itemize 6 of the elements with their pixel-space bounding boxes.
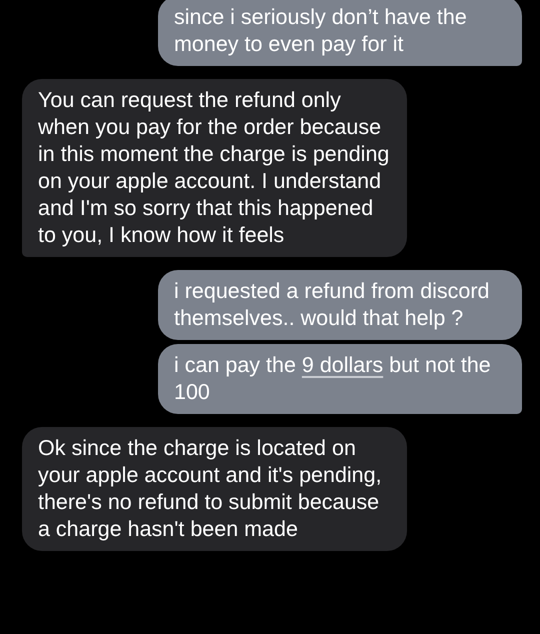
sent-message-bubble: i requested a refund from discord themselves.. would that help ? [158,270,522,340]
sent-message-bubble: since i seriously don’t have the money to even pay for it [158,0,522,66]
sent-message-bubble: i can pay the 9 dollars but not the 100 [158,344,522,414]
received-message-bubble: Ok since the charge is located on your apple account and it's pending, there's no refund to submit because a charge hasn't been made [22,427,407,551]
link[interactable]: 9 dollars [302,353,384,377]
received-message-bubble: You can request the refund only when you pay for the order because in this moment the charge is pending on your apple account. I understand and I'm so sorry that this happened to you, I know how it feels [22,79,407,257]
